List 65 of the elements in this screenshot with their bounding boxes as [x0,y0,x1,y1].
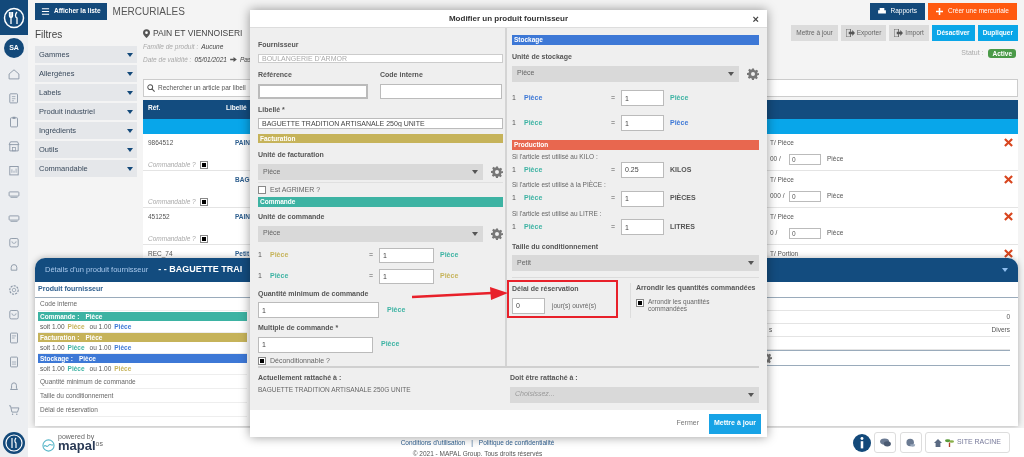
caret-icon [127,147,133,152]
note-icon[interactable] [7,91,21,105]
basket-icon[interactable] [7,235,21,249]
fork-knife-logo [3,6,25,29]
code-field[interactable] [380,83,502,99]
settings-icon[interactable] [491,165,503,178]
settings-icon[interactable] [747,67,759,80]
fork-knife-logo [3,432,25,454]
caret-icon [127,109,133,114]
delete-icon[interactable] [1004,212,1013,222]
caret-icon [127,71,133,76]
close-button[interactable]: × [752,12,759,26]
help-button[interactable] [900,432,923,453]
plus-icon [935,7,943,15]
caret-icon [728,71,734,76]
cloud-icon [906,438,917,447]
house-icon [934,438,943,447]
clipboard-icon[interactable] [7,115,21,129]
page-title: MERCURIALES [112,4,185,19]
pin-icon [143,28,150,38]
building-icon[interactable] [7,163,21,177]
home-icon[interactable] [7,67,21,81]
basket-icon[interactable] [7,307,21,321]
chat-button[interactable] [874,432,897,453]
store-icon[interactable] [7,139,21,153]
settings-icon[interactable] [491,227,503,240]
caret-icon [127,52,133,57]
plant-icon [945,438,955,447]
checkbox[interactable] [199,197,208,206]
caret-icon [748,392,754,397]
chat-icon [879,438,891,447]
checkbox[interactable] [199,160,208,169]
brand-name: mapal [58,440,96,452]
caret-icon [748,261,754,266]
filters-title: Filtres [35,28,64,42]
import-icon [894,29,904,37]
delete-icon[interactable] [1004,138,1013,148]
export-icon [845,29,855,37]
document-icon[interactable] [7,331,21,345]
caret-icon [127,128,133,133]
cart-icon[interactable] [7,403,21,417]
checkbox[interactable] [258,356,266,365]
checkbox[interactable] [258,186,266,194]
printer-icon [877,7,886,15]
list-icon [41,6,50,16]
caret-icon [127,90,133,95]
panel-subtitle: - - BAGUETTE TRAI [158,263,243,277]
dialog-title: Modifier un produit fournisseur [448,12,569,25]
checkbox[interactable] [636,298,644,307]
delete-icon[interactable] [1004,249,1013,259]
delete-icon[interactable] [1004,175,1013,185]
document-icon[interactable] [7,355,21,369]
checkbox[interactable] [199,234,208,243]
arrow-icon [229,56,237,62]
product-family-title: PAIN ET VIENNOISERI [153,27,243,40]
search-icon [147,84,155,92]
caret-icon [1002,268,1008,272]
caret-icon [472,169,478,174]
caret-icon [472,231,478,236]
reference-field[interactable] [258,83,368,99]
bell-icon[interactable] [7,379,21,393]
caret-icon [127,166,133,171]
wave-logo-icon [42,439,55,452]
info-icon[interactable] [853,433,872,452]
settings-icon[interactable] [7,283,21,297]
